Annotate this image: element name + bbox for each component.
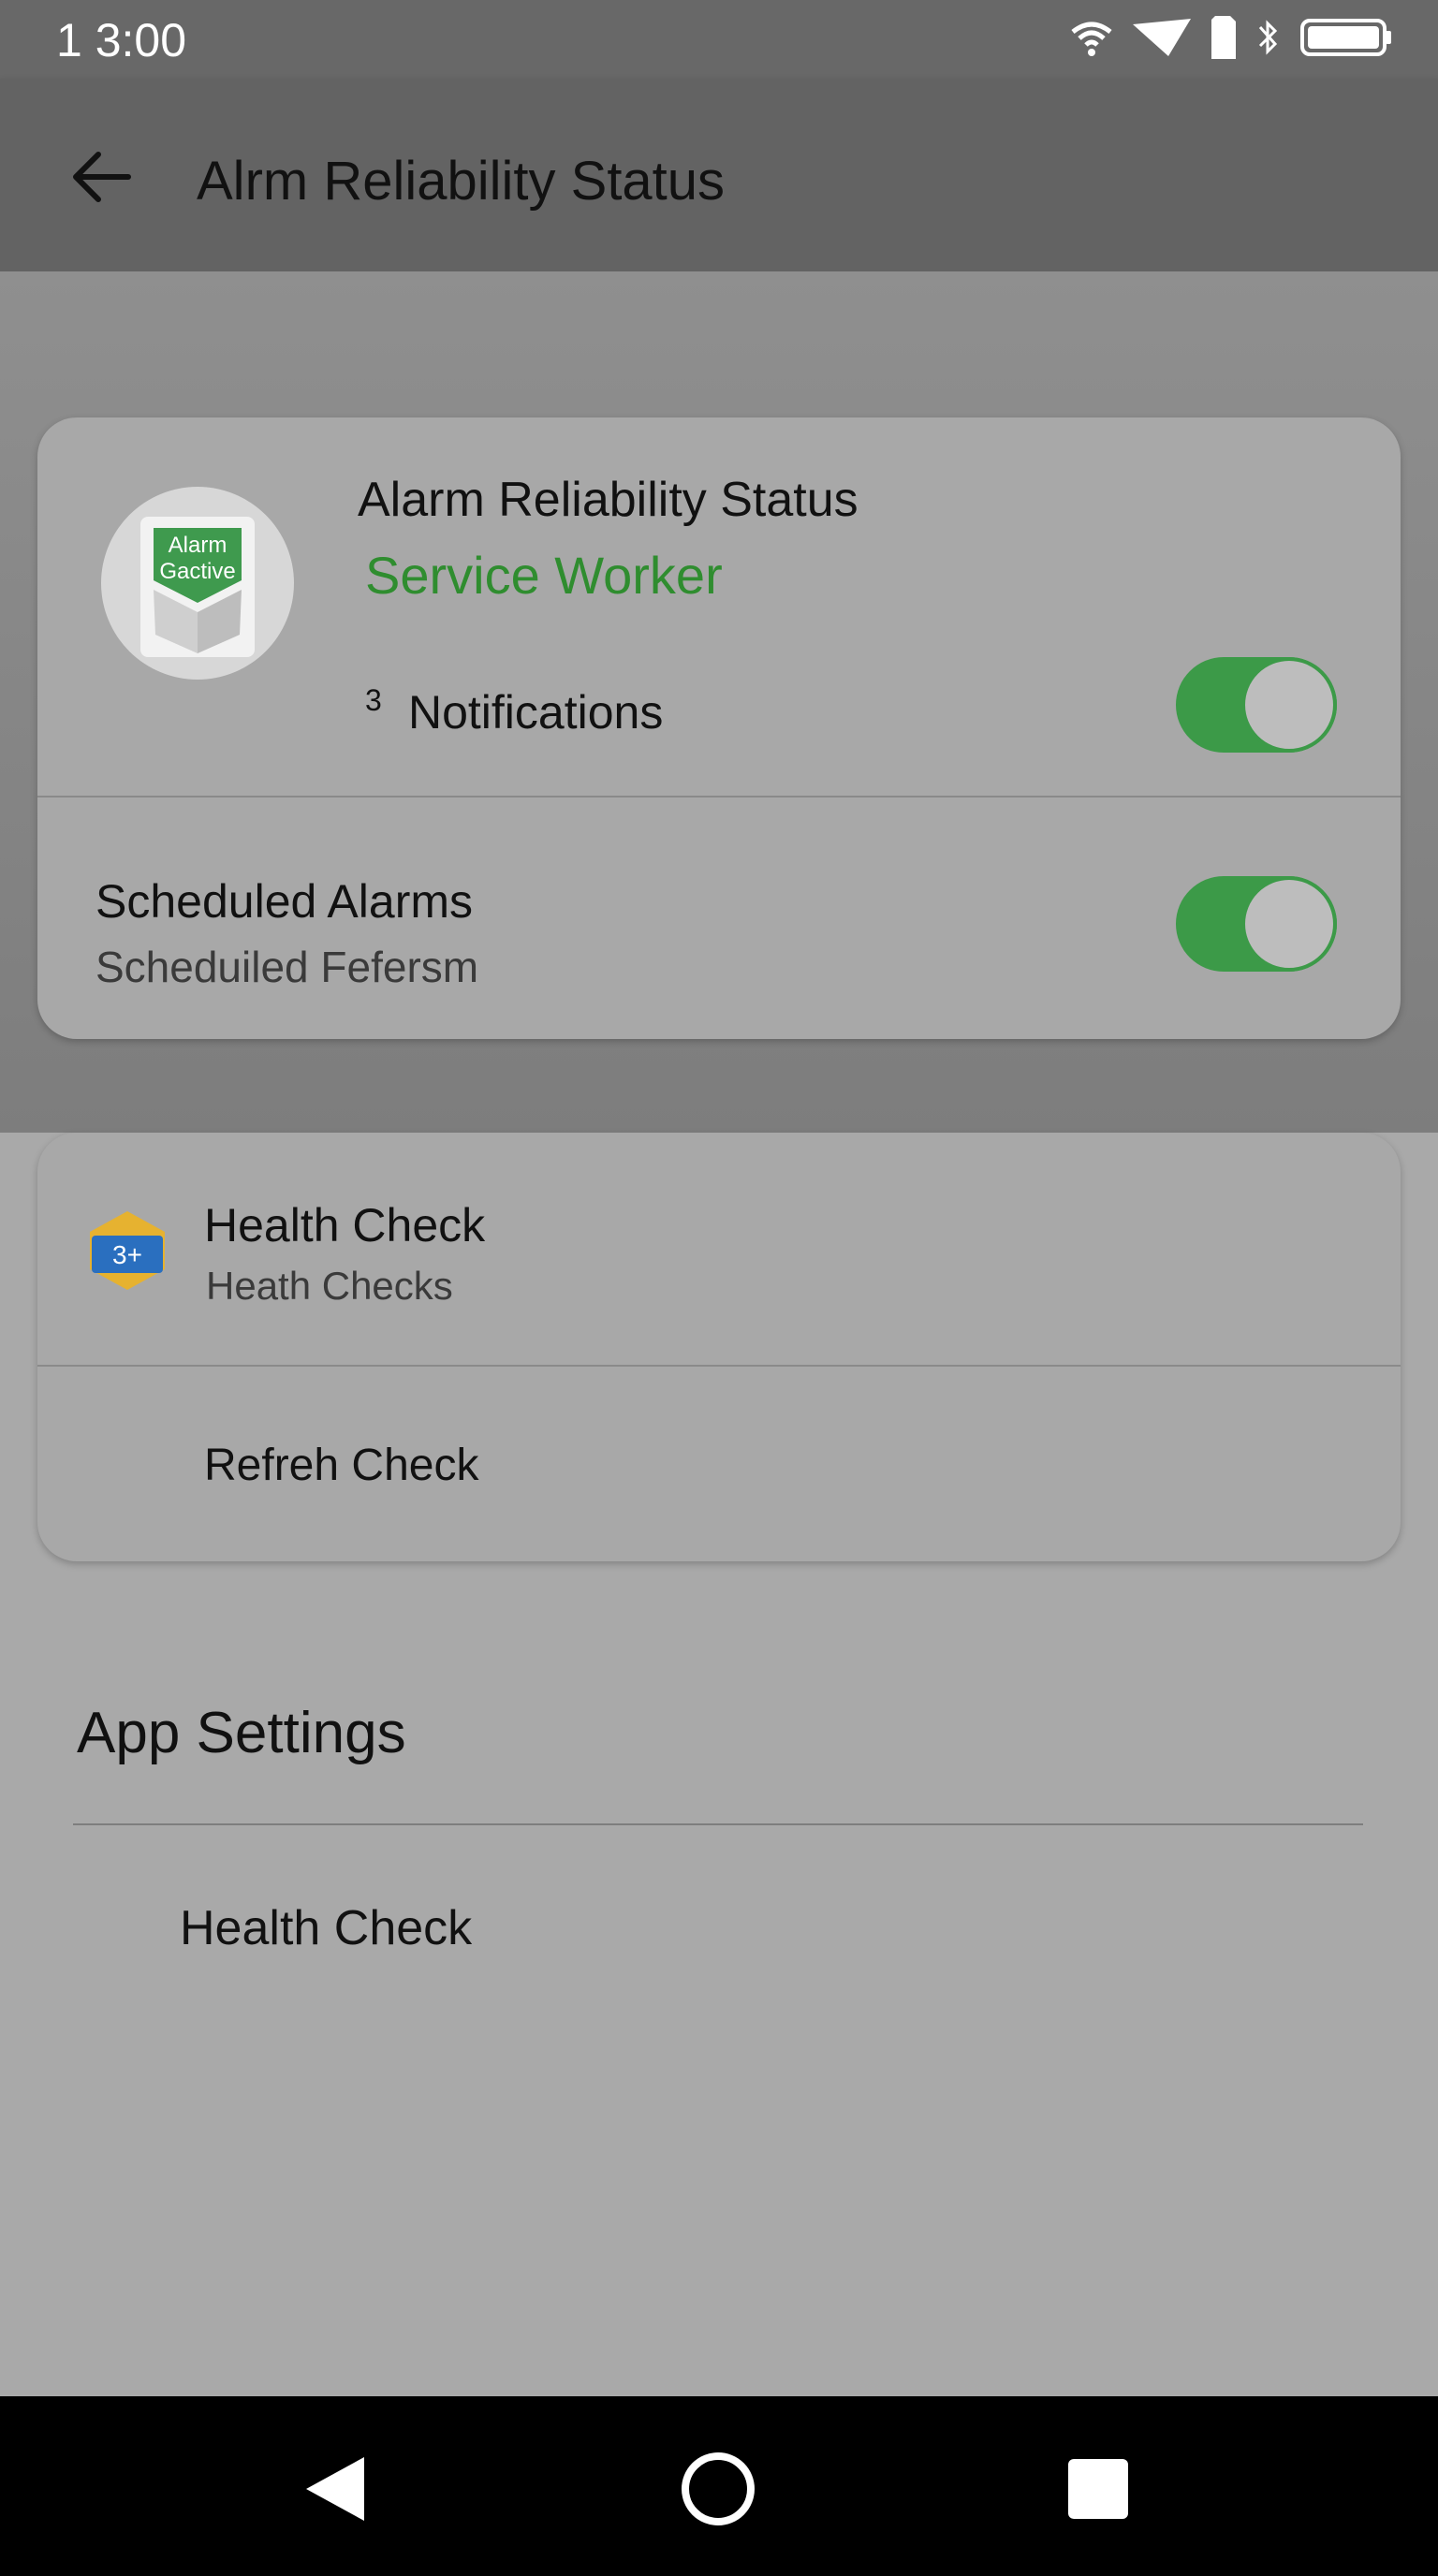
scheduled-alarms-subtitle: Scheduiled Fefersm [95, 943, 479, 991]
sim-icon [1210, 14, 1238, 66]
arrow-left-icon [73, 152, 131, 202]
card-divider [37, 1365, 1401, 1367]
back-triangle-icon [306, 2457, 364, 2521]
notifications-toggle[interactable] [1176, 657, 1337, 753]
section-divider [73, 1823, 1363, 1825]
back-button[interactable] [60, 135, 144, 219]
refresh-check-button[interactable]: Refreh Check [204, 1440, 478, 1491]
bluetooth-icon [1255, 18, 1283, 62]
app-settings-heading: App Settings [77, 1701, 406, 1765]
notifications-label: Notifications [408, 686, 664, 739]
logo-text-line1: Alarm [169, 533, 227, 558]
toggle-knob [1241, 876, 1337, 972]
status-time: 1 3:00 [56, 14, 187, 66]
scheduled-alarms-title: Scheduled Alarms [95, 875, 474, 928]
signal-icon [1131, 15, 1193, 65]
home-circle-icon [682, 2452, 755, 2525]
health-check-title: Health Check [204, 1199, 486, 1251]
nav-back-button[interactable] [285, 2437, 388, 2540]
health-badge-icon: 3+ [90, 1211, 165, 1290]
toggle-knob [1241, 657, 1337, 753]
status-icons [1069, 13, 1393, 66]
logo-text-line2: Gactive [159, 559, 235, 584]
recents-square-icon [1068, 2459, 1128, 2519]
status-card-subtitle: Service Worker [365, 546, 723, 605]
health-badge-text: 3+ [112, 1240, 142, 1269]
nav-recents-button[interactable] [1047, 2437, 1150, 2540]
scheduled-alarms-toggle[interactable] [1176, 876, 1337, 972]
status-bar: 1 3:00 [0, 0, 1438, 79]
settings-item-health-check[interactable]: Health Check [180, 1900, 472, 1956]
app-bar-title: Alrm Reliability Status [197, 151, 726, 212]
card-divider [37, 796, 1401, 798]
alarm-logo: Alarm Gactive [101, 487, 294, 680]
status-card-title: Alarm Reliability Status [358, 473, 858, 527]
health-check-subtitle: Heath Checks [206, 1264, 453, 1308]
navigation-bar [0, 2396, 1438, 2576]
wifi-icon [1069, 15, 1114, 65]
status-card: Alarm Gactive Alarm Reliability Status S… [37, 417, 1401, 1039]
app-bar: Alrm Reliability Status [0, 79, 1438, 271]
battery-icon [1299, 15, 1393, 65]
health-card: 3+ Health Check Heath Checks Refreh Chec… [37, 1133, 1401, 1561]
notifications-count: 3 [365, 683, 382, 717]
nav-home-button[interactable] [667, 2437, 770, 2540]
